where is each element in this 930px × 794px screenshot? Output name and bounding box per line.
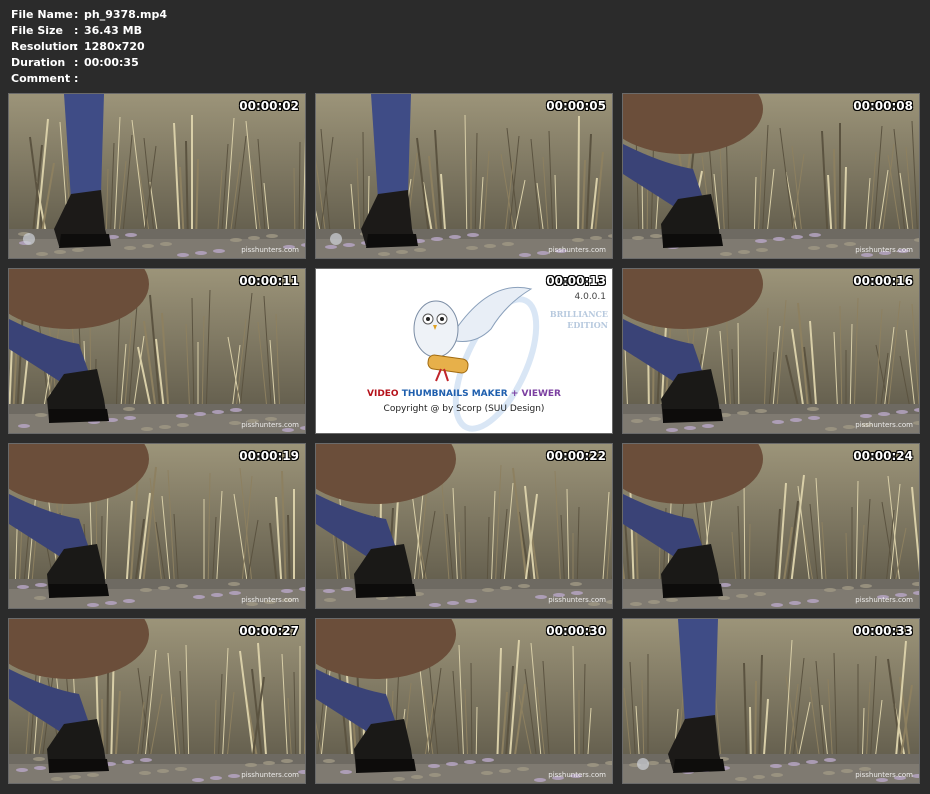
timestamp-label: 00:00:22 <box>546 449 606 463</box>
video-thumbnail[interactable]: pisshunters.com 00:00:30 <box>315 618 613 784</box>
file-info-panel: File Name : ph_9378.mp4 File Size : 36.4… <box>11 7 167 87</box>
video-frame <box>623 619 919 783</box>
video-frame <box>316 444 612 608</box>
video-frame <box>316 94 612 258</box>
title-plus: + <box>507 389 522 399</box>
file-size-label: File Size <box>11 24 63 37</box>
timestamp-label: 00:00:24 <box>853 449 913 463</box>
watermark-text: pisshunters.com <box>548 771 606 779</box>
comment-label: Comment <box>11 72 71 85</box>
separator: : <box>74 56 79 69</box>
watermark-text: pisshunters.com <box>548 246 606 254</box>
video-frame <box>9 619 305 783</box>
timestamp-label: 00:00:05 <box>546 99 606 113</box>
video-thumbnail[interactable]: pisshunters.com 00:00:16 <box>622 268 920 434</box>
video-thumbnail[interactable]: pisshunters.com 00:00:27 <box>8 618 306 784</box>
video-frame <box>623 444 919 608</box>
file-size-row: File Size : 36.43 MB <box>11 23 167 39</box>
file-size-value: 36.43 MB <box>84 24 142 37</box>
video-frame <box>9 269 305 433</box>
timestamp-label: 00:00:02 <box>239 99 299 113</box>
edition-label: BRILLIANCE EDITION <box>550 309 608 331</box>
duration-value: 00:00:35 <box>84 56 139 69</box>
timestamp-label: 00:00:27 <box>239 624 299 638</box>
separator: : <box>74 24 79 37</box>
video-thumbnail[interactable]: pisshunters.com 00:00:05 <box>315 93 613 259</box>
timestamp-label: 00:00:30 <box>546 624 606 638</box>
resolution-row: Resolution : 1280x720 <box>11 39 167 55</box>
video-thumbnail[interactable]: pisshunters.com 00:00:24 <box>622 443 920 609</box>
separator: : <box>74 72 79 85</box>
edition-line-2: EDITION <box>567 320 608 330</box>
timestamp-label: 00:00:19 <box>239 449 299 463</box>
video-frame <box>623 94 919 258</box>
video-thumbnail[interactable]: pisshunters.com 00:00:22 <box>315 443 613 609</box>
title-video: VIDEO <box>367 389 399 399</box>
file-name-value: ph_9378.mp4 <box>84 8 167 21</box>
video-thumbnail[interactable]: pisshunters.com 00:00:11 <box>8 268 306 434</box>
file-name-row: File Name : ph_9378.mp4 <box>11 7 167 23</box>
resolution-value: 1280x720 <box>84 40 145 53</box>
comment-row: Comment : <box>11 71 167 87</box>
product-title: VIDEO THUMBNAILS MAKER + VIEWER <box>316 389 612 399</box>
video-frame <box>9 94 305 258</box>
watermark-text: pisshunters.com <box>855 421 913 429</box>
video-thumbnail[interactable]: pisshunters.com 00:00:19 <box>8 443 306 609</box>
version-label: 4.0.0.1 <box>574 292 607 302</box>
watermark-text: pisshunters.com <box>855 771 913 779</box>
watermark-text: pisshunters.com <box>855 596 913 604</box>
video-frame <box>316 619 612 783</box>
watermark-text: pisshunters.com <box>548 596 606 604</box>
separator: : <box>74 40 79 53</box>
timestamp-label: 00:00:13 <box>546 274 606 288</box>
video-thumbnail[interactable]: pisshunters.com 00:00:08 <box>622 93 920 259</box>
file-name-label: File Name <box>11 8 73 21</box>
timestamp-label: 00:00:11 <box>239 274 299 288</box>
title-viewer: VIEWER <box>521 389 561 399</box>
thumbnail-grid: pisshunters.com 00:00:02 pisshunters.com 0… <box>8 93 922 787</box>
edition-line-1: BRILLIANCE <box>549 309 608 319</box>
duration-label: Duration <box>11 56 66 69</box>
splash-thumbnail[interactable]: 4.0.0.1 BRILLIANCE EDITION VIDEO THUMBNA… <box>315 268 613 434</box>
video-frame <box>623 269 919 433</box>
duration-row: Duration : 00:00:35 <box>11 55 167 71</box>
timestamp-label: 00:00:08 <box>853 99 913 113</box>
separator: : <box>74 8 79 21</box>
video-frame <box>9 444 305 608</box>
watermark-text: pisshunters.com <box>241 771 299 779</box>
timestamp-label: 00:00:33 <box>853 624 913 638</box>
watermark-text: pisshunters.com <box>241 246 299 254</box>
watermark-text: pisshunters.com <box>241 596 299 604</box>
watermark-text: pisshunters.com <box>241 421 299 429</box>
title-thumbnails-maker: THUMBNAILS MAKER <box>401 389 508 399</box>
timestamp-label: 00:00:16 <box>853 274 913 288</box>
resolution-label: Resolution <box>11 40 78 53</box>
copyright-text: Copyright @ by Scorp (SUU Design) <box>383 404 545 414</box>
watermark-text: pisshunters.com <box>855 246 913 254</box>
video-thumbnail[interactable]: pisshunters.com 00:00:33 <box>622 618 920 784</box>
video-thumbnail[interactable]: pisshunters.com 00:00:02 <box>8 93 306 259</box>
